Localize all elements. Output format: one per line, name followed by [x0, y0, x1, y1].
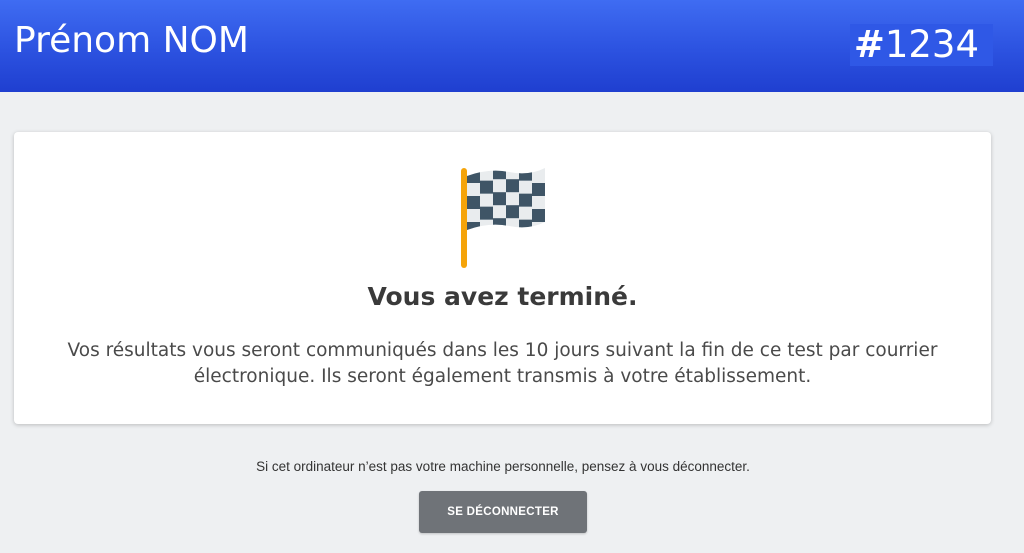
completion-message-line-2: électronique. Ils seront également trans… — [193, 366, 812, 387]
user-name: Prénom NOM — [14, 20, 249, 61]
completion-message-line-1: Vos résultats vous seront communiqués da… — [67, 340, 938, 361]
completion-card: Vous avez terminé. Vos résultats vous se… — [14, 132, 991, 424]
top-header: Prénom NOM #1234 — [0, 0, 1024, 92]
completion-title: Vous avez terminé. — [367, 282, 638, 311]
logout-button[interactable]: SE DÉCONNECTER — [419, 491, 587, 533]
completion-message: Vos résultats vous seront communiqués da… — [34, 338, 971, 390]
checkered-flag-icon — [461, 168, 545, 268]
candidate-id-hash: # — [853, 23, 885, 66]
candidate-id: #1234 — [849, 23, 993, 66]
logout-notice: Si cet ordinateur n’est pas votre machin… — [256, 459, 750, 474]
candidate-id-number: 1234 — [884, 23, 979, 66]
